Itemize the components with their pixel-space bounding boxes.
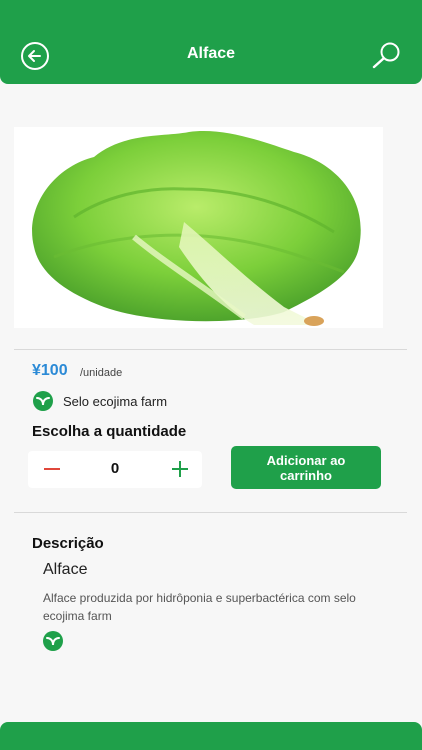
quantity-value: 0	[110, 460, 120, 477]
search-button[interactable]	[371, 41, 403, 69]
ecojima-seal-icon	[33, 391, 53, 411]
ecojima-seal-icon	[43, 631, 63, 651]
add-to-cart-label-line1: Adicionar ao	[266, 452, 346, 468]
add-to-cart-button[interactable]: Adicionar ao carrinho	[231, 446, 381, 489]
description-text: Alface produzida por hidrôponia e superb…	[43, 591, 356, 623]
description-title: Descrição	[32, 535, 104, 552]
page-title: Alface	[186, 45, 236, 62]
increment-button[interactable]	[168, 457, 192, 481]
plus-icon	[172, 461, 188, 477]
quantity-stepper: 0	[28, 451, 202, 488]
seal-label: Selo ecojima farm	[63, 394, 168, 409]
quantity-title: Escolha a quantidade	[32, 423, 187, 440]
divider	[14, 512, 407, 513]
decrement-button[interactable]	[40, 457, 64, 481]
search-icon	[372, 42, 400, 69]
price: ¥100	[32, 362, 68, 379]
app-header: Alface	[0, 0, 422, 84]
minus-icon	[44, 468, 60, 470]
product-image	[14, 127, 383, 328]
description-product-name: Alface	[43, 561, 88, 578]
add-to-cart-label-line2: carrinho	[279, 467, 332, 483]
bottom-bar	[0, 722, 422, 750]
divider	[14, 349, 407, 350]
price-unit: /unidade	[80, 367, 123, 379]
lettuce-image	[32, 131, 361, 326]
